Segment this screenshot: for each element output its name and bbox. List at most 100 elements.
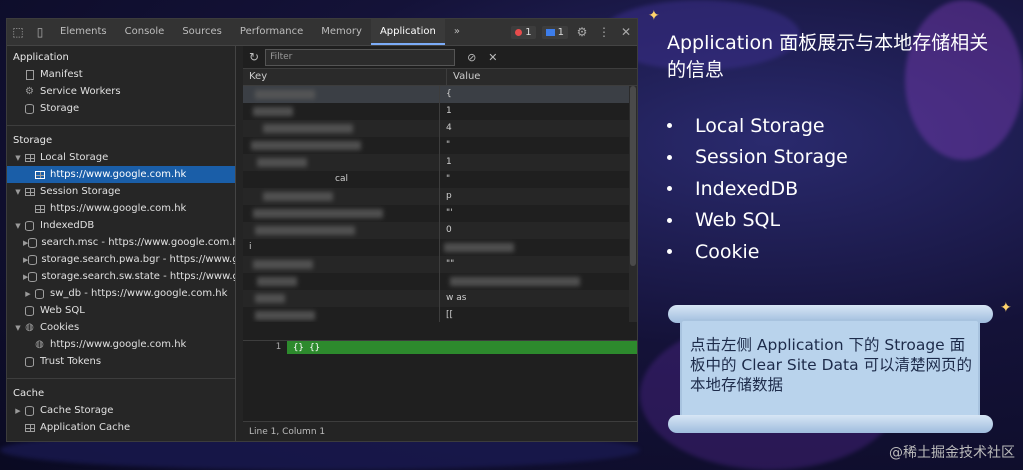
sidebar-item-session-storage[interactable]: ▼ Session Storage — [7, 183, 235, 200]
message-icon — [545, 28, 555, 36]
sidebar-item-indexeddb-db[interactable]: ▶ search.msc - https://www.google.com.hk — [7, 234, 235, 251]
close-icon[interactable]: ✕ — [615, 19, 637, 45]
tab-elements[interactable]: Elements — [51, 19, 116, 45]
table-row[interactable]: " — [243, 137, 637, 154]
gear-icon: ⚙ — [25, 86, 34, 97]
database-icon — [33, 288, 46, 300]
grid-icon — [33, 169, 46, 181]
expand-triangle-icon[interactable]: ▶ — [13, 407, 23, 415]
bullet-list: Local Storage Session Storage IndexedDB … — [667, 110, 848, 268]
sidebar-item-cache-storage[interactable]: ▶ Cache Storage — [7, 402, 235, 419]
star-icon: ✦ — [648, 8, 660, 24]
sidebar-section-cache: Cache — [13, 388, 45, 399]
storage-panel: ↻ Filter ⊘ ✕ Key Value { 1 4 " 1 cal " p … — [243, 46, 637, 441]
database-icon — [23, 103, 36, 115]
tab-sources[interactable]: Sources — [173, 19, 231, 45]
storage-table-body: { 1 4 " 1 cal " p "' 0 i "" w as [[ — [243, 86, 637, 322]
error-badge[interactable]: 1 — [511, 25, 536, 39]
sidebar-item-indexeddb-db[interactable]: ▶ sw_db - https://www.google.com.hk — [7, 285, 235, 302]
table-header: Key Value — [243, 69, 637, 86]
storage-filter-bar: ↻ Filter ⊘ ✕ — [243, 46, 637, 69]
table-row[interactable]: { — [243, 86, 637, 103]
more-tabs-button[interactable]: » — [445, 19, 469, 45]
sidebar-item-service-workers[interactable]: ⚙ Service Workers — [7, 83, 235, 100]
table-row[interactable]: cal " — [243, 171, 637, 188]
expand-triangle-icon[interactable]: ▼ — [13, 154, 23, 162]
bullet-icon — [667, 186, 672, 192]
database-icon — [23, 405, 36, 417]
expand-triangle-icon[interactable]: ▼ — [13, 222, 23, 230]
device-toolbar-icon[interactable]: ▯ — [29, 19, 51, 45]
sidebar-item-cookies[interactable]: ▼ ◍ Cookies — [7, 319, 235, 336]
sidebar-item-indexeddb[interactable]: ▼ IndexedDB — [7, 217, 235, 234]
column-header-value[interactable]: Value — [447, 69, 480, 85]
sidebar-item-storage[interactable]: Storage — [7, 100, 235, 117]
table-row[interactable]: [[ — [243, 307, 637, 322]
sidebar-item-cookies-origin[interactable]: ◍ https://www.google.com.hk — [7, 336, 235, 353]
expand-triangle-icon[interactable]: ▼ — [13, 188, 23, 196]
table-row[interactable]: "" — [243, 256, 637, 273]
collapse-triangle-icon[interactable]: ▶ — [23, 290, 33, 298]
database-icon — [28, 271, 38, 283]
tab-performance[interactable]: Performance — [231, 19, 312, 45]
sidebar-item-indexeddb-db[interactable]: ▶storage.search.sw.state - https://www.g… — [7, 268, 235, 285]
line-number: 1 — [243, 341, 287, 354]
bullet-icon — [667, 123, 672, 129]
devtools-toolbar: ⬚ ▯ Elements Console Sources Performance… — [7, 19, 637, 46]
watermark: @稀土掘金技术社区 — [889, 445, 1015, 461]
slide-title: Application 面板展示与本地存储相关的信息 — [667, 32, 989, 81]
sidebar-section-application: Application — [13, 52, 69, 63]
sidebar-item-web-sql[interactable]: Web SQL — [7, 302, 235, 319]
file-icon — [23, 69, 36, 81]
sidebar-item-trust-tokens[interactable]: Trust Tokens — [7, 353, 235, 370]
message-badge[interactable]: 1 — [541, 25, 568, 39]
delete-selected-icon[interactable]: ✕ — [488, 51, 497, 64]
sidebar-item-manifest[interactable]: Manifest — [7, 66, 235, 83]
sidebar-item-session-storage-origin[interactable]: https://www.google.com.hk — [7, 200, 235, 217]
vertical-scrollbar[interactable] — [629, 86, 637, 322]
table-row[interactable]: "' — [243, 205, 637, 222]
cookie-icon: ◍ — [35, 339, 44, 350]
table-row[interactable]: p — [243, 188, 637, 205]
bullet-icon — [667, 217, 672, 223]
table-row[interactable]: 1 — [243, 154, 637, 171]
table-row[interactable]: 4 — [243, 120, 637, 137]
sidebar-item-local-storage[interactable]: ▼ Local Storage — [7, 149, 235, 166]
bullet-item: Local Storage — [667, 110, 848, 142]
bullet-item: Web SQL — [667, 205, 848, 237]
settings-gear-icon[interactable]: ⚙ — [571, 19, 593, 45]
clear-all-icon[interactable]: ⊘ — [467, 51, 476, 64]
database-icon — [23, 305, 36, 317]
preview-code-line: 1 {} {} — [243, 341, 637, 354]
tab-application[interactable]: Application — [370, 19, 445, 45]
database-icon — [23, 356, 36, 368]
column-header-key[interactable]: Key — [243, 69, 447, 85]
table-row[interactable]: 1 — [243, 103, 637, 120]
sidebar-item-local-storage-origin[interactable]: https://www.google.com.hk — [7, 166, 235, 183]
tab-memory[interactable]: Memory — [312, 19, 371, 45]
preview-code[interactable]: {} {} — [287, 343, 320, 353]
kebab-menu-icon[interactable]: ⋮ — [593, 19, 615, 45]
tab-console[interactable]: Console — [116, 19, 174, 45]
bullet-item: Cookie — [667, 236, 848, 268]
table-row[interactable]: 0 — [243, 222, 637, 239]
sidebar-item-indexeddb-db[interactable]: ▶storage.search.pwa.bgr - https://www.go… — [7, 251, 235, 268]
error-icon — [515, 28, 523, 36]
table-row[interactable]: w as — [243, 290, 637, 307]
refresh-icon[interactable]: ↻ — [249, 50, 259, 64]
value-preview: 1 {} {} — [243, 340, 637, 421]
inspect-element-icon[interactable]: ⬚ — [7, 19, 29, 45]
sidebar-item-application-cache[interactable]: Application Cache — [7, 419, 235, 436]
bullet-icon — [667, 249, 672, 255]
filter-input[interactable]: Filter — [265, 48, 456, 66]
table-row[interactable]: i — [243, 239, 637, 256]
table-row[interactable] — [243, 273, 637, 290]
star-icon: ✦ — [1000, 300, 1012, 316]
expand-triangle-icon[interactable]: ▼ — [13, 324, 23, 332]
cookie-icon: ◍ — [25, 322, 34, 333]
grid-icon — [23, 422, 36, 434]
scrollbar-thumb[interactable] — [630, 86, 636, 266]
note-text: 点击左侧 Application 下的 Stroage 面板中的 Clear S… — [690, 336, 973, 394]
grid-icon — [23, 152, 36, 164]
database-icon — [28, 254, 38, 266]
